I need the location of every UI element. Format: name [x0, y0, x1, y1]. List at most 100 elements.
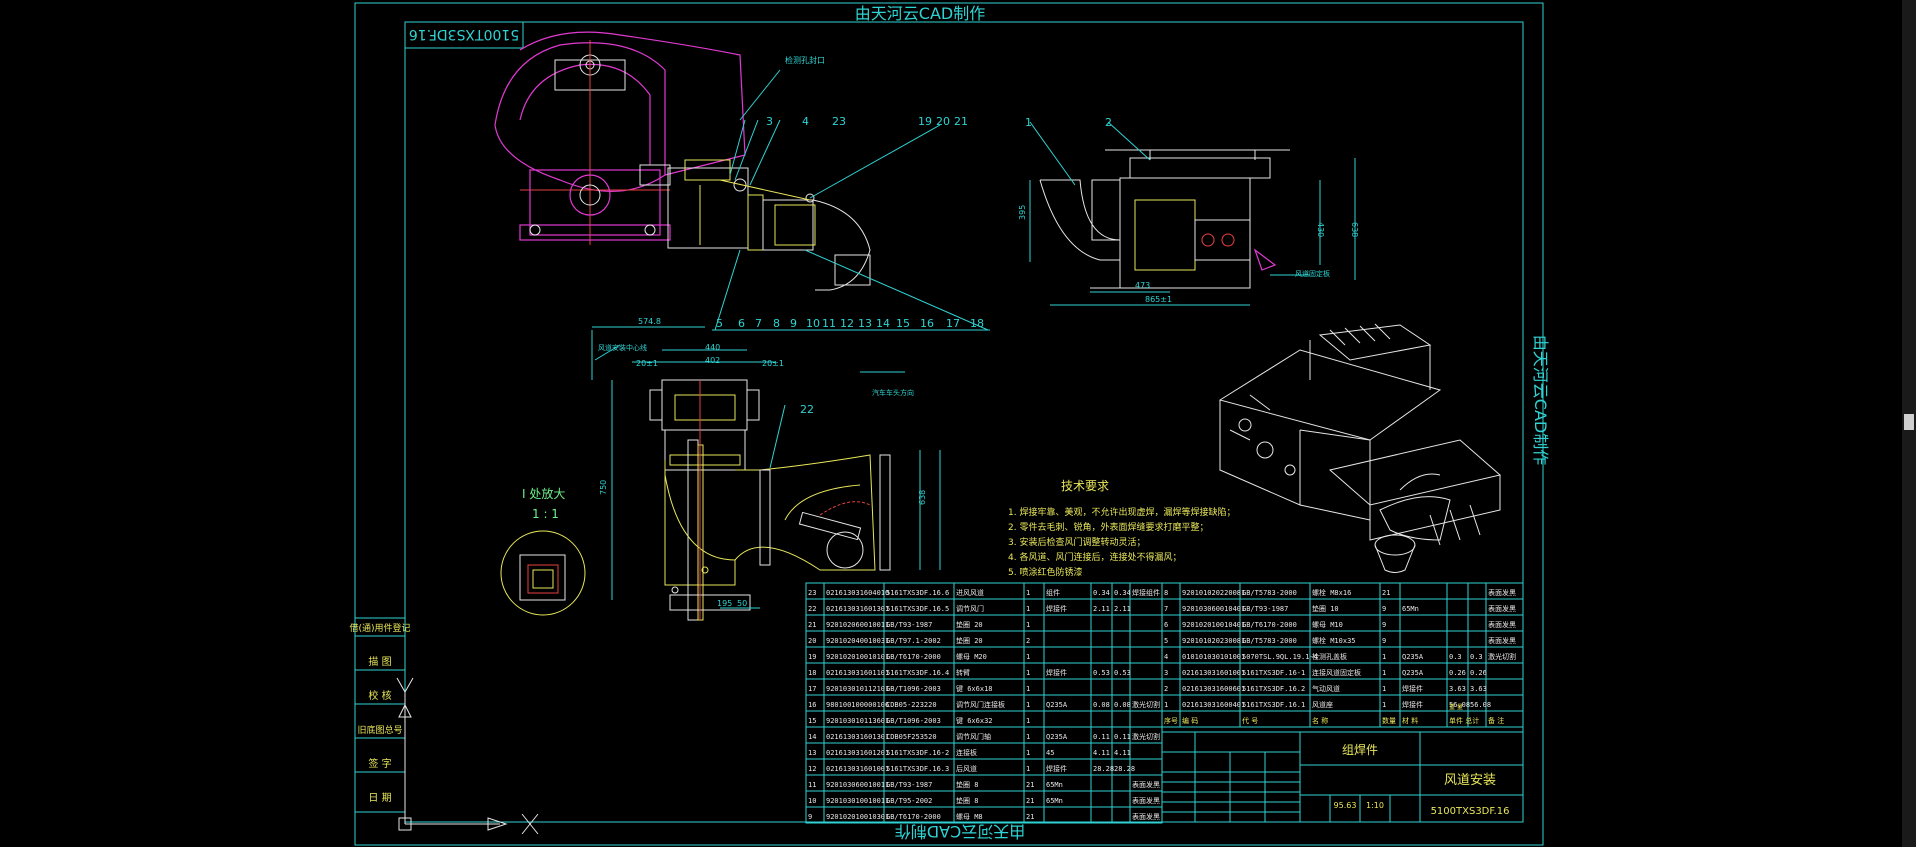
- bom-right-cell-no: 2: [1164, 685, 1168, 693]
- bom-left-cell-mat: 组件: [1046, 588, 1060, 597]
- watermark-bottom: 由天河云CAD制作: [895, 822, 1025, 841]
- bom-left-cell-mat: 65Mn: [1046, 797, 1063, 805]
- bom-left-cell-spec: CDB05-223220: [886, 701, 937, 709]
- bom-left-cell-qty: 21: [1026, 813, 1034, 821]
- svg-text:9: 9: [790, 317, 797, 330]
- svg-text:12: 12: [840, 317, 854, 330]
- bom-left-cell-qty: 1: [1026, 717, 1030, 725]
- bom-left-cell-spec: GB/T93-1987: [886, 781, 932, 789]
- bom-left-cell-no: 21: [808, 621, 816, 629]
- bom-left-cell-qty: 1: [1026, 653, 1030, 661]
- bom-right-cell-mat: Q235A: [1402, 653, 1424, 661]
- bom-right-table: 8 920101020220081GB/T5783-2000 螺栓 M8x16 21 表…: [1161, 582, 1524, 728]
- bom-right-cell-name: 风道座: [1312, 700, 1333, 709]
- bom-right-cell-w1: 3.63: [1449, 685, 1466, 693]
- bom-left-cell-qty: 1: [1026, 685, 1030, 693]
- bom-right-cell-mat: 焊接件: [1402, 684, 1423, 693]
- svg-text:750: 750: [599, 480, 608, 495]
- bom-right-cell-note: 表面发黑: [1488, 636, 1516, 645]
- bom-right-cell-code: 920102010010401: [1182, 621, 1245, 629]
- svg-text:20: 20: [936, 115, 950, 128]
- scrollbar-thumb[interactable]: [1904, 414, 1914, 430]
- svg-text:195: 195: [717, 599, 732, 608]
- svg-text:23: 23: [832, 115, 846, 128]
- bom-left-cell-code: 021613031601301: [826, 733, 889, 741]
- bom-left-cell-w1: 4.11: [1093, 749, 1110, 757]
- bom-left-cell-code: 021613031601101: [826, 669, 889, 677]
- svg-text:20±1: 20±1: [762, 359, 784, 368]
- bom-right-cell-spec: GB/T6170-2000: [1242, 621, 1297, 629]
- tech-req-item-4: 4. 各风道、风门连接后，连接处不得漏风；: [1008, 551, 1181, 563]
- bottom-view-note-left: 风道安装中心线: [598, 343, 647, 352]
- bom-left-cell-w1: 0.11: [1093, 733, 1110, 741]
- bom-left-cell-no: 16: [808, 701, 816, 709]
- svg-text:21: 21: [954, 115, 968, 128]
- svg-text:15: 15: [896, 317, 910, 330]
- bom-right-cell-qty: 9: [1382, 605, 1386, 613]
- bom-header-spec: 代 号: [1242, 716, 1258, 725]
- vertical-scrollbar[interactable]: [1902, 0, 1916, 847]
- bom-right-cell-w2: 0.3: [1470, 653, 1483, 661]
- bom-left-cell-spec: GB/T97.1-2002: [886, 637, 941, 645]
- bom-left-cell-name: 进风风道: [956, 588, 984, 597]
- bom-right-cell-name: 气动风道: [1312, 684, 1340, 693]
- svg-text:3: 3: [766, 115, 773, 128]
- bom-left-cell-w2: 4.11: [1114, 749, 1131, 757]
- bom-right-cell-name: 连接风道固定板: [1312, 668, 1361, 677]
- top-left-leaders: [712, 69, 990, 331]
- bom-left-cell-code: 021613031601001: [826, 765, 889, 773]
- isometric-view: [1218, 323, 1502, 573]
- bom-right-cell-name: 垫圈 10: [1312, 604, 1339, 613]
- top-right-callout-1: 1: [1025, 116, 1032, 129]
- bom-left-cell-name: 螺母 M8: [956, 812, 983, 821]
- bom-left-cell-code: 920103010113601: [826, 717, 889, 725]
- bom-right-cell-no: 6: [1164, 621, 1168, 629]
- bom-header-weight: 单件 总计: [1449, 716, 1479, 725]
- bom-left-cell-name: 螺母 M20: [956, 652, 987, 661]
- svg-text:18: 18: [970, 317, 984, 330]
- bom-left-cell-code: 920103060010011: [826, 781, 889, 789]
- svg-text:50: 50: [737, 599, 747, 608]
- side-label-3: 旧底图总号: [357, 724, 402, 736]
- top-note-left: 检测孔封口: [785, 55, 825, 65]
- outer-frame: [354, 2, 1544, 846]
- bom-left-cell-no: 23: [808, 589, 816, 597]
- bom-left-cell-name: 垫圈 20: [956, 620, 983, 629]
- bom-right-cell-code: 010101030101001: [1182, 653, 1245, 661]
- bom-right-cell-spec: 5161TXS3DF.16.2: [1242, 685, 1305, 693]
- bom-right-cell-note: 表面发黑: [1488, 588, 1516, 597]
- bom-right-cell-code: 021613031600401: [1182, 701, 1245, 709]
- svg-text:4: 4: [802, 115, 809, 128]
- bom-left-cell-no: 12: [808, 765, 816, 773]
- bom-left-cell-spec: 5161TXS3DF.16.3: [886, 765, 949, 773]
- bom-left-cell-qty: 2: [1026, 637, 1030, 645]
- bom-right-cell-note: 表面发黑: [1488, 620, 1516, 629]
- bom-left-cell-code: 021613031604010: [826, 589, 889, 597]
- tech-req-item-5: 5. 喷涂红色防锈漆: [1008, 566, 1082, 578]
- bom-right-cell-mat: 65Mn: [1402, 605, 1419, 613]
- bom-right-cell-spec: 5161TXS3DF.16.1: [1242, 701, 1305, 709]
- bom-right-cell-w2: 0.26: [1470, 669, 1487, 677]
- svg-text:20±1: 20±1: [636, 359, 658, 368]
- bom-left-cell-mat: Q235A: [1046, 701, 1068, 709]
- top-right-view: [1029, 149, 1356, 289]
- bom-left-cell-spec: 5161TXS3DF.16.5: [886, 605, 949, 613]
- detail-scale: 1 : 1: [532, 507, 559, 521]
- bom-left-cell-name: 转臂: [956, 668, 970, 677]
- tech-req-item-1: 1. 焊接牢靠、美观，不允许出现虚焊，漏焊等焊接缺陷；: [1008, 506, 1235, 518]
- bom-left-cell-no: 19: [808, 653, 816, 661]
- svg-text:440: 440: [705, 343, 720, 352]
- bom-right-cell-spec: 5070TSL.9QL.19.1-4: [1242, 653, 1318, 661]
- bom-left-cell-name: 垫圈 8: [956, 796, 978, 805]
- tech-req-item-2: 2. 零件去毛刺、锐角，外表面焊缝要求打磨平整；: [1008, 521, 1208, 533]
- bom-left-cell-note: 激光切割: [1132, 700, 1160, 709]
- cad-drawing-canvas[interactable]: 由天河云CAD制作 由天河云CAD制作 由天河云CAD制作 5100TXS3DF…: [0, 0, 1916, 847]
- bom-right-cell-code: 920101020220081: [1182, 589, 1245, 597]
- top-right-dim-3: 395: [1018, 205, 1027, 220]
- svg-text:574.8: 574.8: [638, 317, 661, 326]
- bom-left-cell-spec: GB/T1096-2003: [886, 685, 941, 693]
- bottom-left-dims: [591, 326, 941, 609]
- bom-right-cell-qty: 1: [1382, 701, 1386, 709]
- svg-text:14: 14: [876, 317, 890, 330]
- top-right-dim-2: 865±1: [1145, 295, 1172, 304]
